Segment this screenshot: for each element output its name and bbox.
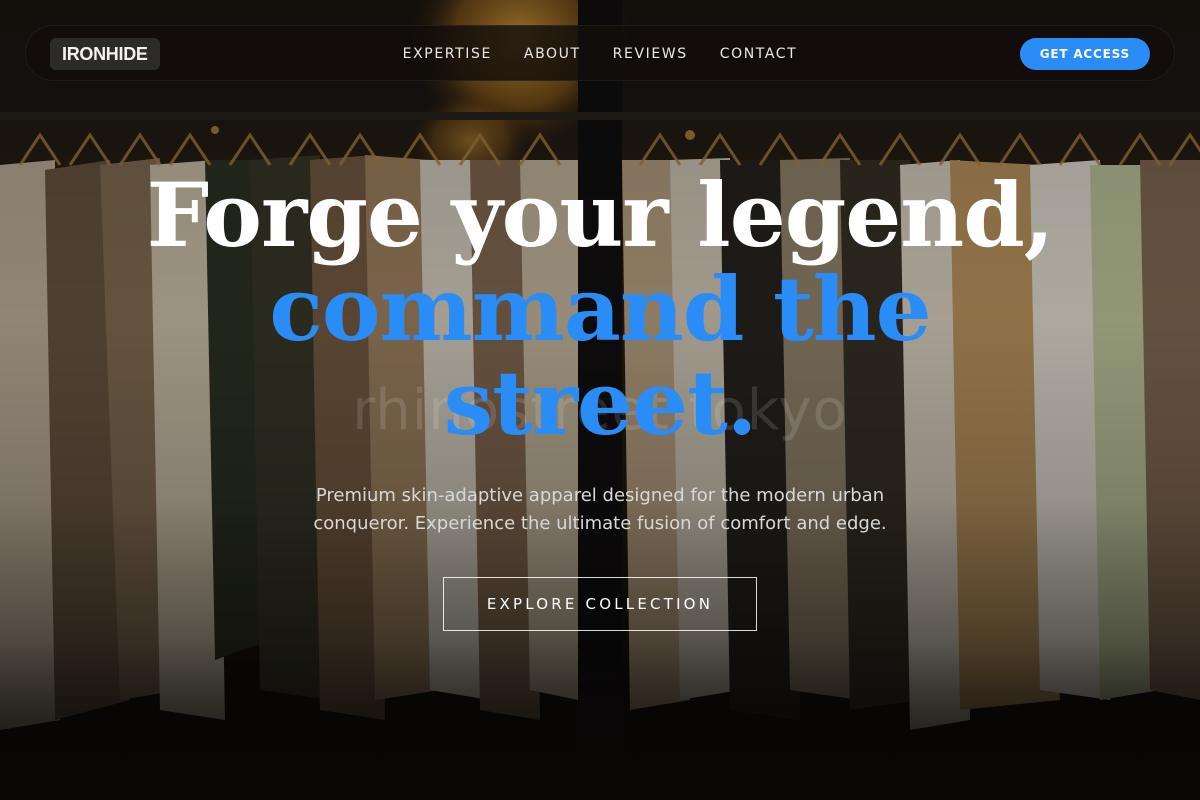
nav-link-contact[interactable]: CONTACT (720, 46, 798, 62)
nav-link-reviews[interactable]: REVIEWS (613, 46, 688, 62)
headline-line-2: command the (269, 257, 931, 361)
hero-subtext: Premium skin-adaptive apparel designed f… (313, 485, 887, 534)
explore-collection-button[interactable]: EXPLORE COLLECTION (443, 577, 757, 631)
nav-links: EXPERTISE ABOUT REVIEWS CONTACT (26, 26, 1174, 82)
hero-section: rhinostreet tokyo Forge your legend, com… (0, 0, 1200, 800)
nav-link-expertise[interactable]: EXPERTISE (403, 46, 492, 62)
top-navbar: IRONHIDE EXPERTISE ABOUT REVIEWS CONTACT… (25, 25, 1175, 81)
headline-line-1: Forge your legend, (146, 163, 1055, 267)
nav-link-about[interactable]: ABOUT (524, 46, 581, 62)
hero-headline: Forge your legend, command the street. (0, 168, 1200, 450)
headline-line-3: street. (443, 351, 758, 455)
get-access-button[interactable]: GET ACCESS (1019, 38, 1150, 70)
brand-logo[interactable]: IRONHIDE (50, 38, 160, 70)
